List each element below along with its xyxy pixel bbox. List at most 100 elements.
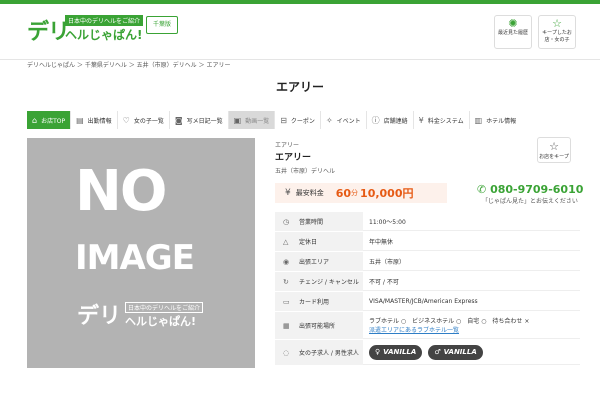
kept-shops-label: キープしたお店・女の子 (542, 30, 572, 43)
no-image-logo-sub: ヘルじゃぱん! (125, 315, 197, 328)
nav-label: お店TOP (41, 117, 66, 125)
site-header: デリ 日本中のデリヘルをご紹介 ヘルじゃぱん! 千葉版 ✺ 最近見た履歴 ☆ キ… (0, 4, 600, 60)
info-row-card: ▭ カード利用 VISA/MASTER/JCB/American Express (275, 292, 580, 312)
info-icon: ⓘ (371, 115, 380, 125)
hotel-icon: ▥ (474, 115, 483, 125)
info-row-holiday: △ 定休日 年中無休 (275, 232, 580, 252)
no-image-placeholder: NO IMAGE デリ 日本中のデリヘルをご紹介 ヘルじゃぱん! (27, 138, 255, 368)
star-icon: ☆ (549, 140, 559, 153)
sun-icon: ✺ (508, 17, 518, 30)
pin-icon: ◉ (283, 257, 290, 266)
info-row-dispatch: ▦ 出張可能場所 ラブホテル ○ ビジネスホテル ○ 自宅 ○ 待ち合わせ × 派… (275, 312, 580, 340)
nav-label: 動画一覧 (245, 117, 270, 125)
min-price-box: ¥ 最安料金 60 分 10,000円 (275, 183, 447, 203)
chat-icon: ◌ (283, 348, 290, 357)
shop-kana: エアリー (275, 142, 300, 149)
clock-icon: ◷ (283, 217, 290, 226)
info-key: カード利用 (299, 299, 330, 306)
nav-shop-contact[interactable]: ⓘ 店舗連絡 (367, 111, 414, 129)
nav-event[interactable]: ✧ イベント (321, 111, 367, 129)
info-value: ラブホテル ○ ビジネスホテル ○ 自宅 ○ 待ち合わせ × (369, 318, 530, 325)
home-icon: ⌂ (32, 115, 38, 125)
nav-label: クーポン (290, 117, 315, 125)
browsing-history-label: 最近見た履歴 (497, 30, 528, 36)
info-key: 営業時間 (299, 219, 324, 226)
phone-number[interactable]: ✆ 080-9709-6010 (477, 183, 583, 196)
recruit-badges: ♀ VANILLA ♂ VANILLA (369, 344, 580, 360)
nav-label: イベント (336, 117, 361, 125)
vanilla-men-badge[interactable]: ♂ VANILLA (428, 344, 483, 360)
nav-shop-top[interactable]: ⌂ お店TOP (27, 111, 72, 129)
yen-icon: ¥ (418, 115, 424, 125)
phone-icon: ✆ (477, 183, 487, 196)
price-label: 最安料金 (295, 189, 324, 197)
camera-icon: ◙ (174, 115, 183, 125)
nav-work-info[interactable]: ▤ 出勤情報 (71, 111, 118, 129)
nav-label: 店舗連絡 (383, 117, 408, 125)
info-key: チェンジ / キャンセル (299, 279, 359, 286)
info-value: 年中無休 (369, 238, 394, 246)
info-row-recruit: ◌ 女の子求人 / 男性求人 ♀ VANILLA ♂ VANILLA (275, 340, 580, 366)
info-key: 出張可能場所 (299, 323, 336, 330)
info-row-change-cancel: ↻ チェンジ / キャンセル 不可 / 不可 (275, 272, 580, 292)
no-image-logo-big: デリ (77, 304, 122, 329)
shop-nav: ⌂ お店TOP ▤ 出勤情報 ♡ 女の子一覧 ◙ 写メ日記一覧 ▣ 動画一覧 ⊟… (27, 111, 582, 129)
nav-photo-diary[interactable]: ◙ 写メ日記一覧 (170, 111, 229, 129)
nav-girls-list[interactable]: ♡ 女の子一覧 (118, 111, 170, 129)
nav-label: 出勤情報 (87, 117, 112, 125)
info-value: 不可 / 不可 (369, 278, 399, 286)
region-button[interactable]: 千葉版 (146, 16, 178, 34)
refresh-icon: ↻ (283, 277, 289, 286)
nav-label: 料金システム (427, 117, 464, 125)
price-minutes: 60 (335, 186, 352, 200)
no-image-line1: NO (75, 159, 167, 224)
yen-icon: ¥ (285, 188, 291, 198)
building-icon: ▦ (283, 321, 290, 330)
info-row-area: ◉ 出張エリア 五井（市原） (275, 252, 580, 272)
info-key: 定休日 (299, 239, 318, 246)
shop-name: エアリー (275, 153, 312, 163)
heart-icon: ♡ (122, 115, 130, 125)
price-value: 10,000円 (360, 187, 414, 200)
site-logo[interactable]: デリ 日本中のデリヘルをご紹介 ヘルじゃぱん! (27, 12, 144, 46)
document-icon: ▤ (76, 115, 84, 125)
nav-price-system[interactable]: ¥ 料金システム (414, 111, 470, 129)
card-icon: ▭ (283, 297, 290, 306)
logo-tagline: 日本中のデリヘルをご紹介 (65, 15, 144, 26)
info-value: VISA/MASTER/JCB/American Express (369, 297, 478, 305)
girl-icon: ♀ (375, 348, 381, 356)
browsing-history-button[interactable]: ✺ 最近見た履歴 (494, 15, 532, 49)
breadcrumb[interactable]: デリヘルじゃぱん ＞ 千葉県デリヘル ＞ 五井（市原）デリヘル ＞ エアリー (27, 60, 230, 69)
nav-label: 女の子一覧 (133, 117, 164, 125)
info-row-hours: ◷ 営業時間 11:00～5:00 (275, 212, 580, 232)
video-icon: ▣ (233, 115, 242, 125)
man-icon: ♂ (434, 348, 441, 356)
logo-big-text: デリ (27, 20, 70, 45)
phone-note: 「じゃぱん見た」とお伝えください (482, 198, 578, 205)
phone-text: 080-9709-6010 (490, 183, 584, 196)
keep-shop-button[interactable]: ☆ お店をキープ (537, 137, 571, 163)
warning-icon: △ (283, 237, 289, 246)
nav-label: 写メ日記一覧 (186, 117, 223, 125)
nav-video-list[interactable]: ▣ 動画一覧 (228, 111, 276, 129)
info-key: 女の子求人 / 男性求人 (299, 350, 359, 357)
nav-hotel-info[interactable]: ▥ ホテル情報 (470, 111, 522, 129)
shop-info-table: ◷ 営業時間 11:00～5:00 △ 定休日 年中無休 ◉ 出張エリア 五井（市原）… (275, 212, 580, 366)
info-key: 出張エリア (299, 259, 330, 266)
vanilla-girls-badge[interactable]: ♀ VANILLA (369, 344, 423, 360)
nav-coupon[interactable]: ⊟ クーポン (275, 111, 321, 129)
page-title: エアリー (275, 80, 324, 94)
nav-label: ホテル情報 (486, 117, 517, 125)
no-image-line2: IMAGE (75, 238, 195, 278)
party-icon: ✧ (325, 115, 333, 125)
info-value: 五井（市原） (369, 258, 406, 266)
logo-sub-text: ヘルじゃぱん! (65, 28, 143, 42)
love-hotel-list-link[interactable]: 派遣エリアにあるラブホテル一覧 (369, 325, 580, 334)
kept-shops-button[interactable]: ☆ キープしたお店・女の子 (538, 15, 576, 49)
info-value: 11:00～5:00 (369, 218, 406, 226)
keep-shop-label: お店をキープ (539, 154, 569, 160)
shop-area: 五井（市原）デリヘル (275, 168, 336, 175)
price-unit: 分 (351, 189, 359, 197)
star-icon: ☆ (552, 17, 562, 30)
ticket-icon: ⊟ (280, 115, 287, 125)
